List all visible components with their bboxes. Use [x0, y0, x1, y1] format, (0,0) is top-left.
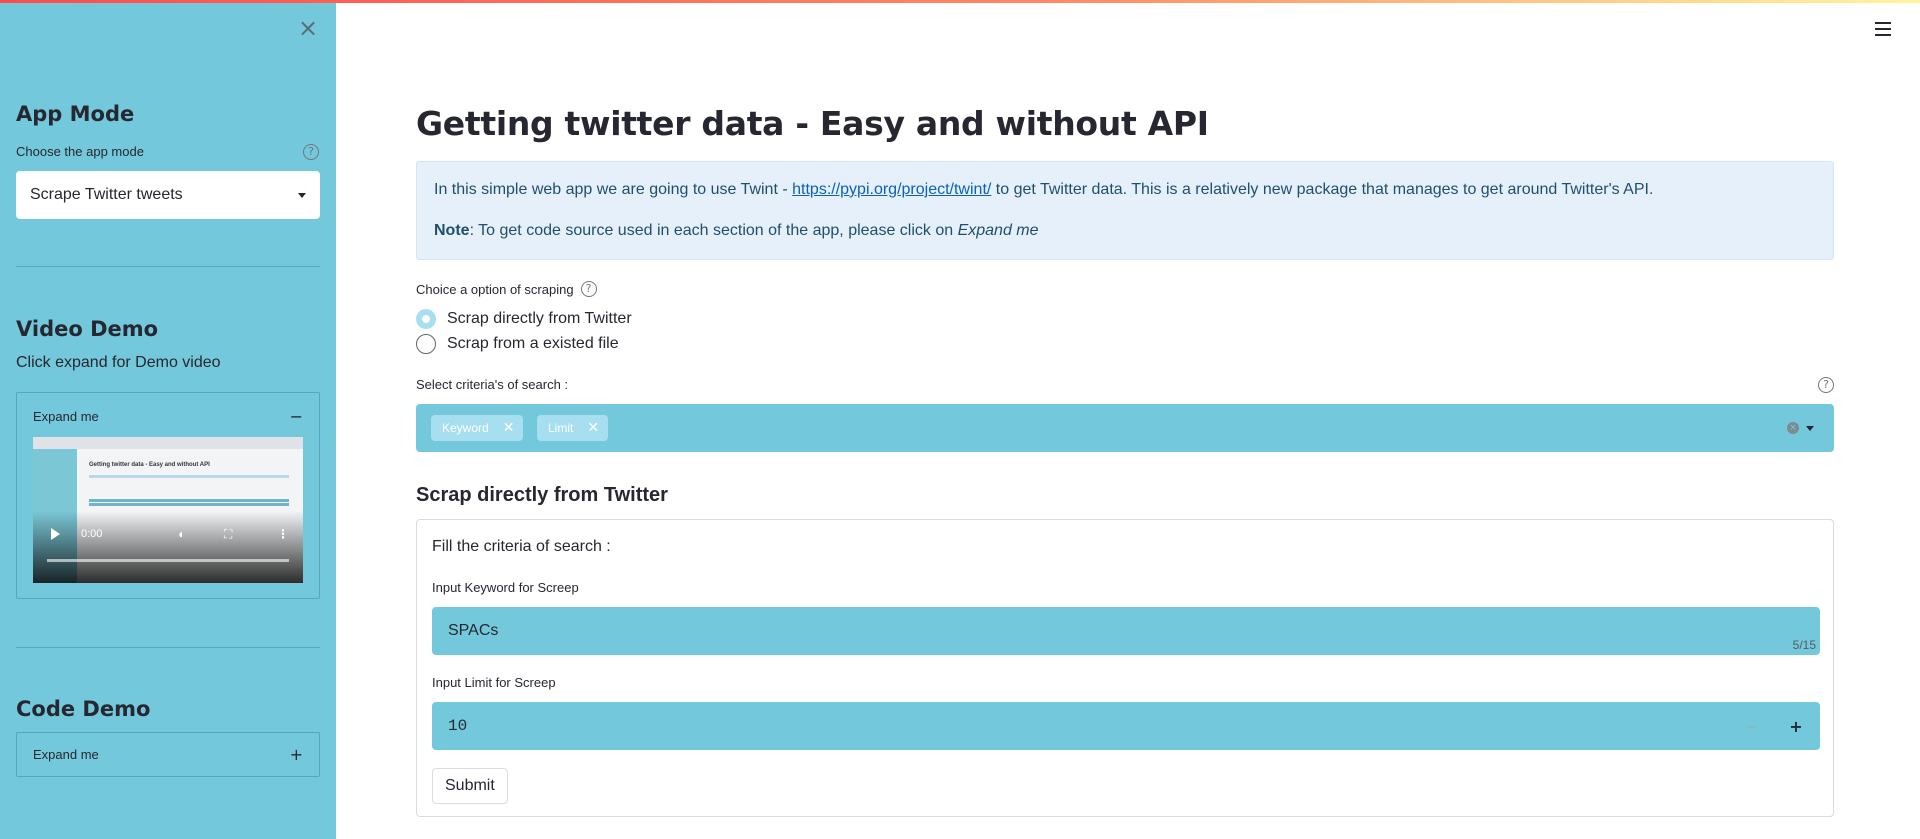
submit-button[interactable]: Submit	[432, 768, 508, 804]
keyword-label: Input Keyword for Screep	[432, 580, 579, 595]
divider	[16, 266, 320, 267]
top-decoration-bar	[0, 0, 1920, 3]
chevron-down-icon[interactable]	[1806, 426, 1814, 431]
radio-selected-icon	[416, 309, 436, 329]
code-demo-expander-header[interactable]: Expand me +	[17, 733, 319, 776]
video-time: 0:00	[81, 528, 103, 540]
chevron-down-icon	[298, 192, 306, 198]
criteria-multiselect[interactable]: Keyword ✕ Limit ✕ ×	[416, 404, 1834, 452]
code-demo-heading: Code Demo	[16, 697, 151, 721]
fullscreen-icon[interactable]: ⛶	[224, 527, 232, 541]
expander-label: Expand me	[33, 747, 99, 762]
video-demo-expander: Expand me − Getting twitter data - Easy …	[16, 392, 320, 599]
video-demo-text: Click expand for Demo video	[16, 354, 221, 371]
demo-video-player[interactable]: Getting twitter data - Easy and without …	[33, 437, 303, 583]
clear-icon[interactable]: ×	[1787, 422, 1799, 434]
radio-unselected-icon	[416, 334, 436, 354]
remove-icon[interactable]: ✕	[587, 420, 599, 436]
page-title: Getting twitter data - Easy and without …	[416, 104, 1209, 143]
decrement-icon[interactable]: −	[1730, 702, 1774, 750]
app-mode-label: Choose the app mode	[16, 144, 144, 159]
help-icon[interactable]: ?	[303, 144, 319, 160]
radio-scrap-twitter[interactable]: Scrap directly from Twitter	[416, 309, 632, 329]
expander-label: Expand me	[33, 408, 99, 424]
info-line-2: Note: To get code source used in each se…	[434, 222, 1039, 239]
help-icon[interactable]: ?	[1818, 377, 1834, 393]
info-box: In this simple web app we are going to u…	[416, 161, 1834, 260]
app-mode-heading: App Mode	[16, 102, 135, 126]
video-thumbnail-title: Getting twitter data - Easy and without …	[89, 462, 210, 468]
character-counter: 5/15	[1792, 638, 1816, 652]
chip-limit[interactable]: Limit ✕	[537, 415, 609, 441]
collapse-icon[interactable]: −	[290, 407, 303, 426]
remove-icon[interactable]: ✕	[503, 420, 515, 436]
video-demo-expander-header[interactable]: Expand me −	[17, 393, 319, 439]
info-line-1: In this simple web app we are going to u…	[434, 181, 1654, 198]
chip-keyword[interactable]: Keyword ✕	[431, 415, 524, 441]
video-progress-bar[interactable]	[47, 559, 289, 562]
app-mode-selected-value: Scrape Twitter tweets	[30, 186, 183, 203]
more-options-icon[interactable]: ⋮	[277, 527, 289, 541]
divider	[16, 647, 320, 648]
hamburger-icon[interactable]	[1875, 22, 1891, 36]
section-heading: Scrap directly from Twitter	[416, 484, 668, 506]
search-form: Fill the criteria of search : Input Keyw…	[416, 519, 1834, 817]
app-mode-select[interactable]: Scrape Twitter tweets	[16, 171, 320, 219]
increment-icon[interactable]: +	[1774, 702, 1818, 750]
expand-icon[interactable]: +	[290, 745, 303, 764]
limit-label: Input Limit for Screep	[432, 675, 556, 690]
play-icon[interactable]	[51, 528, 60, 540]
twint-link[interactable]: https://pypi.org/project/twint/	[792, 181, 991, 198]
volume-icon[interactable]: ◖	[177, 527, 184, 541]
criteria-label: Select criteria's of search :	[416, 377, 569, 392]
help-icon[interactable]: ?	[580, 281, 597, 297]
scraping-option-label: Choice a option of scraping ?	[416, 281, 597, 297]
sidebar: × App Mode Choose the app mode ? Scrape …	[0, 0, 336, 839]
close-icon[interactable]: ×	[296, 16, 320, 40]
code-demo-expander: Expand me +	[16, 732, 320, 777]
keyword-input[interactable]: SPACs 5/15	[432, 607, 1820, 655]
form-title: Fill the criteria of search :	[432, 538, 611, 555]
radio-scrap-file[interactable]: Scrap from a existed file	[416, 334, 619, 354]
video-demo-heading: Video Demo	[16, 317, 159, 341]
limit-number-input[interactable]: 10 − +	[432, 702, 1820, 750]
